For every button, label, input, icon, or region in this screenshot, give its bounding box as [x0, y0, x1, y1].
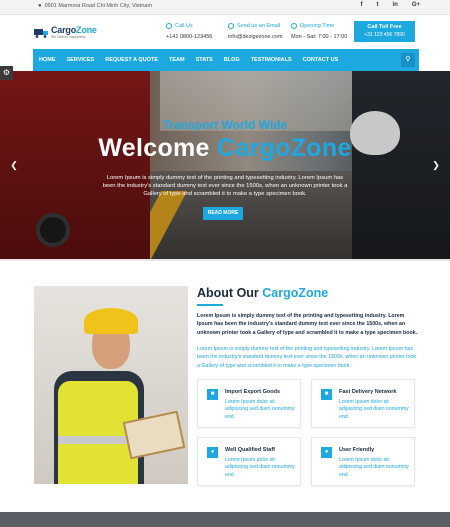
nav-team[interactable]: TEAM: [169, 57, 185, 63]
email-info: Send us an Email info@dezigezone.com: [228, 23, 283, 40]
feature-card: ● Well Qualified Staff Lorem Ipsum dolor…: [197, 437, 301, 486]
hero-overlay: [0, 71, 450, 259]
call-value[interactable]: +141 0800-123456: [166, 34, 212, 40]
nav-testimonials[interactable]: TESTIMONIALS: [251, 57, 292, 63]
feature-card: ■ Fast Delivery Network Lorem Ipsum dolo…: [311, 379, 415, 428]
logo[interactable]: CargoZone We Deliver Happiness: [34, 24, 98, 42]
top-bar: ● 0901 Marmora Road Chi Minh City, Vietna…: [0, 0, 450, 15]
email-label: Send us an Email: [237, 23, 281, 29]
feature-description: Lorem Ipsum dolor sit adipiscing sed dia…: [225, 399, 295, 420]
nav-request-quote[interactable]: REQUEST A QUOTE: [105, 57, 158, 63]
hero-subtitle: Transport World Wide: [162, 118, 288, 132]
hero-title: Welcome CargoZone: [98, 134, 352, 162]
toll-number: +31 123 456 7890: [364, 32, 405, 38]
feature-title: User Friendly: [339, 447, 375, 453]
linkedin-icon[interactable]: in: [392, 2, 397, 8]
clock-icon: [291, 23, 297, 29]
delivery-icon: ■: [321, 389, 332, 400]
import-export-icon: ■: [207, 389, 218, 400]
search-icon[interactable]: ⚲: [401, 53, 415, 67]
email-value[interactable]: info@dezigezone.com: [228, 34, 283, 40]
call-toll-free-button[interactable]: Call Toll Free +31 123 456 7890: [354, 21, 415, 42]
user-icon: ●: [321, 447, 332, 458]
feature-description: Lorem Ipsum dolor sit adipiscing sed dia…: [225, 457, 295, 478]
feature-description: Lorem Ipsum dolor sit adipiscing sed dia…: [339, 457, 409, 478]
main-nav: HOME SERVICES REQUEST A QUOTE TEAM STATS…: [33, 49, 419, 71]
heading-underline: [197, 304, 223, 306]
twitter-icon[interactable]: t: [376, 2, 378, 8]
feature-title: Fast Delivery Network: [339, 389, 397, 395]
address-text: 0901 Marmora Road Chi Minh City, Vietnam: [44, 3, 153, 9]
nav-home[interactable]: HOME: [39, 57, 56, 63]
opening-label: Opening Time: [300, 23, 335, 29]
phone-icon: [166, 23, 172, 29]
settings-gear-icon[interactable]: ⚙: [0, 66, 13, 80]
email-icon: [228, 23, 234, 29]
about-heading: About Our CargoZone: [197, 286, 329, 300]
about-paragraph-2: Lorem Ipsum is simply dummy text of the …: [197, 346, 417, 369]
feature-title: Import Export Goods: [225, 389, 280, 395]
toll-label: Call Toll Free: [367, 24, 402, 30]
feature-card: ● User Friendly Lorem Ipsum dolor sit ad…: [311, 437, 415, 486]
feature-card: ■ Import Export Goods Lorem Ipsum dolor …: [197, 379, 301, 428]
call-info: Call Us +141 0800-123456: [166, 23, 212, 40]
opening-value: Mon - Sat: 7:00 - 17:00: [291, 34, 348, 40]
nav-services[interactable]: SERVICES: [67, 57, 95, 63]
call-label: Call Us: [175, 23, 193, 29]
footer-band: [0, 512, 450, 527]
staff-icon: ●: [207, 447, 218, 458]
section-divider: [0, 259, 450, 261]
hero-slider: Transport World Wide Welcome CargoZone L…: [0, 71, 450, 259]
logo-name: CargoZone: [51, 25, 97, 35]
feature-description: Lorem Ipsum dolor sit adipiscing sed dia…: [339, 399, 409, 420]
facebook-icon[interactable]: f: [360, 2, 362, 8]
nav-stats[interactable]: STATS: [196, 57, 213, 63]
address: ● 0901 Marmora Road Chi Minh City, Vietna…: [38, 3, 152, 9]
chevron-right-icon[interactable]: ❯: [430, 159, 442, 171]
logo-tagline: We Deliver Happiness: [51, 35, 86, 39]
opening-info: Opening Time Mon - Sat: 7:00 - 17:00: [291, 23, 347, 40]
truck-icon: [34, 29, 48, 38]
chevron-left-icon[interactable]: ❮: [8, 159, 20, 171]
nav-contact[interactable]: CONTACT US: [303, 57, 339, 63]
google-plus-icon[interactable]: G+: [412, 2, 420, 8]
feature-title: Well Qualified Staff: [225, 447, 276, 453]
nav-blog[interactable]: BLOG: [224, 57, 240, 63]
about-paragraph-1: Lorem Ipsum is simply dummy text of the …: [197, 313, 418, 336]
map-pin-icon: ●: [38, 3, 42, 9]
read-more-button[interactable]: READ MORE: [203, 207, 243, 220]
hero-description: Lorem Ipsum is simply dummy text of the …: [102, 175, 348, 197]
social-links: f t in G+: [360, 2, 420, 8]
worker-photo: [34, 286, 188, 484]
